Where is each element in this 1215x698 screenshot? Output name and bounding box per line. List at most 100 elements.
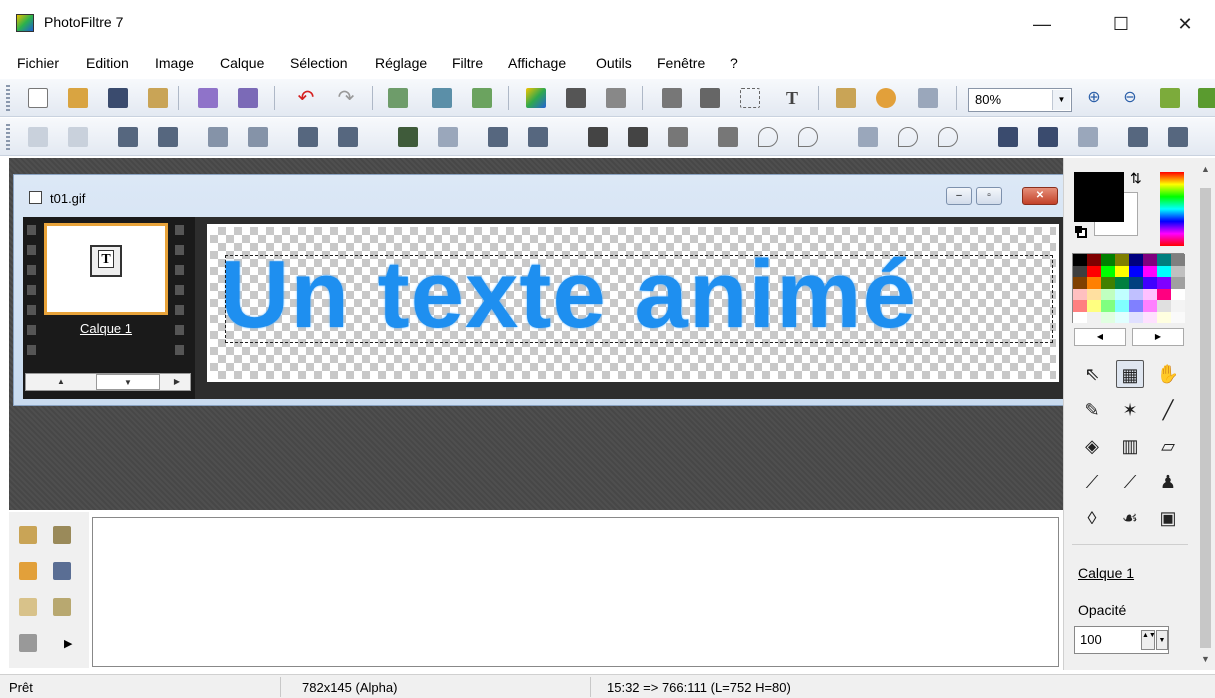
pointer-tool-icon[interactable]: ⇖ — [1078, 360, 1106, 388]
opacity-input[interactable]: 100 ▲▼ ▼ — [1074, 626, 1169, 654]
palette-swatch[interactable] — [1129, 311, 1143, 323]
palette-swatch[interactable] — [1143, 288, 1157, 300]
palette-swatch[interactable] — [1157, 288, 1171, 300]
saturation-plus-icon[interactable] — [338, 127, 358, 147]
color-palette[interactable] — [1072, 253, 1185, 323]
palette-swatch[interactable] — [1073, 288, 1087, 300]
plugin-icon[interactable] — [876, 88, 896, 108]
palette-swatch[interactable] — [1143, 254, 1157, 266]
palette-swatch[interactable] — [1115, 311, 1129, 323]
palette-swatch[interactable] — [1171, 300, 1185, 312]
palette-swatch[interactable] — [1073, 254, 1087, 266]
save-layer-icon[interactable] — [53, 562, 71, 580]
palette-swatch[interactable] — [1073, 265, 1087, 277]
scroll-right-icon[interactable]: ▶ — [166, 374, 188, 390]
menu-image[interactable]: Image — [155, 55, 194, 71]
menu-fenetre[interactable]: Fenêtre — [657, 55, 705, 71]
palette-swatch[interactable] — [1101, 277, 1115, 289]
hand-tool-icon[interactable]: ✋ — [1154, 360, 1182, 388]
filmstrip-scrollbar[interactable]: ▲ ▼ ▶ — [25, 373, 191, 391]
vertical-scrollbar[interactable]: ▲ ▼ — [1196, 158, 1215, 670]
redo-icon[interactable]: ↷ — [336, 88, 356, 108]
paste-new-icon[interactable] — [472, 88, 492, 108]
contrast-plus-icon[interactable] — [158, 127, 178, 147]
smudge-tool-icon[interactable]: ☙ — [1116, 504, 1144, 532]
palette-swatch[interactable] — [1129, 265, 1143, 277]
brush-tool-icon[interactable]: ⟋ — [1078, 468, 1106, 496]
palette-swatch[interactable] — [1143, 265, 1157, 277]
menu-help[interactable]: ? — [730, 55, 738, 71]
palette-swatch[interactable] — [1171, 288, 1185, 300]
sharpen-drop-icon[interactable] — [898, 127, 918, 147]
current-layer-link[interactable]: Calque 1 — [1078, 565, 1134, 581]
palette-swatch[interactable] — [1157, 254, 1171, 266]
text-tool-icon[interactable]: T — [782, 88, 802, 108]
soften-icon[interactable] — [588, 127, 608, 147]
image-canvas[interactable]: Un texte animé — [207, 224, 1059, 382]
merge-layer-icon[interactable] — [19, 634, 37, 652]
doc-restore-button[interactable]: ▫ — [976, 187, 1002, 205]
palette-swatch[interactable] — [1129, 254, 1143, 266]
open-folder-icon[interactable] — [68, 88, 88, 108]
color-adjust-icon[interactable] — [526, 88, 546, 108]
explorer-icon[interactable] — [918, 88, 938, 108]
foreground-color-swatch[interactable] — [1074, 172, 1124, 222]
paste-icon[interactable] — [432, 88, 452, 108]
palette-swatch[interactable] — [1115, 300, 1129, 312]
palette-swatch[interactable] — [1101, 254, 1115, 266]
spray-tool-icon[interactable]: ▥ — [1116, 432, 1144, 460]
contrast-minus-icon[interactable] — [118, 127, 138, 147]
gamma-plus-icon[interactable] — [248, 127, 268, 147]
opacity-dropdown-icon[interactable]: ▼ — [1156, 630, 1168, 650]
reset-colors-icon[interactable] — [1075, 226, 1087, 238]
palette-swatch[interactable] — [1087, 300, 1101, 312]
toolbar-grip[interactable] — [6, 124, 10, 150]
blur-icon[interactable] — [628, 127, 648, 147]
menu-outils[interactable]: Outils — [596, 55, 632, 71]
palette-next-button[interactable]: ▶ — [1132, 328, 1184, 346]
palette-swatch[interactable] — [1073, 311, 1087, 323]
layer-manager-icon[interactable] — [836, 88, 856, 108]
more-layer-tools-icon[interactable]: ▶ — [64, 637, 72, 650]
doc-minimize-button[interactable]: – — [946, 187, 972, 205]
palette-swatch[interactable] — [1101, 311, 1115, 323]
palette-swatch[interactable] — [1087, 311, 1101, 323]
palette-swatch[interactable] — [1157, 300, 1171, 312]
close-button[interactable]: ✕ — [1163, 10, 1207, 38]
save-layers-icon[interactable] — [148, 88, 168, 108]
palette-swatch[interactable] — [1143, 311, 1157, 323]
brightness-minus-icon[interactable] — [28, 127, 48, 147]
full-screen-icon[interactable] — [1198, 88, 1215, 108]
palette-swatch[interactable] — [1087, 254, 1101, 266]
print-icon[interactable] — [198, 88, 218, 108]
menu-affichage[interactable]: Affichage — [508, 55, 566, 71]
toolbar-grip[interactable] — [6, 85, 10, 111]
palette-swatch[interactable] — [1115, 277, 1129, 289]
layer-properties-icon[interactable] — [53, 598, 71, 616]
menu-calque[interactable]: Calque — [220, 55, 264, 71]
palette-swatch[interactable] — [1171, 311, 1185, 323]
palette-swatch[interactable] — [1115, 265, 1129, 277]
crop-icon[interactable] — [740, 88, 760, 108]
stamp-tool-icon[interactable]: ♟ — [1154, 468, 1182, 496]
scrollbar-thumb[interactable] — [1200, 188, 1211, 648]
menu-filtre[interactable]: Filtre — [452, 55, 483, 71]
gamma-minus-icon[interactable] — [208, 127, 228, 147]
zoom-in-icon[interactable]: ⊕ — [1084, 88, 1104, 108]
palette-swatch[interactable] — [1115, 288, 1129, 300]
fit-screen-icon[interactable] — [1160, 88, 1180, 108]
auto-levels-icon[interactable] — [488, 127, 508, 147]
doc-close-button[interactable]: ✕ — [1022, 187, 1058, 205]
layer-name-link[interactable]: Calque 1 — [44, 321, 168, 336]
curves-icon[interactable] — [438, 127, 458, 147]
blur-more-icon[interactable] — [668, 127, 688, 147]
palette-swatch[interactable] — [1115, 254, 1129, 266]
frame-icon[interactable] — [998, 127, 1018, 147]
drop-icon[interactable] — [758, 127, 778, 147]
hue-slider[interactable] — [1160, 172, 1184, 246]
emboss-icon[interactable] — [858, 127, 878, 147]
clone-tool-icon[interactable]: ▣ — [1154, 504, 1182, 532]
zoom-select[interactable]: 80% ▼ — [968, 88, 1072, 112]
swap-colors-icon[interactable]: ⇅ — [1130, 170, 1142, 187]
palette-swatch[interactable] — [1073, 277, 1087, 289]
